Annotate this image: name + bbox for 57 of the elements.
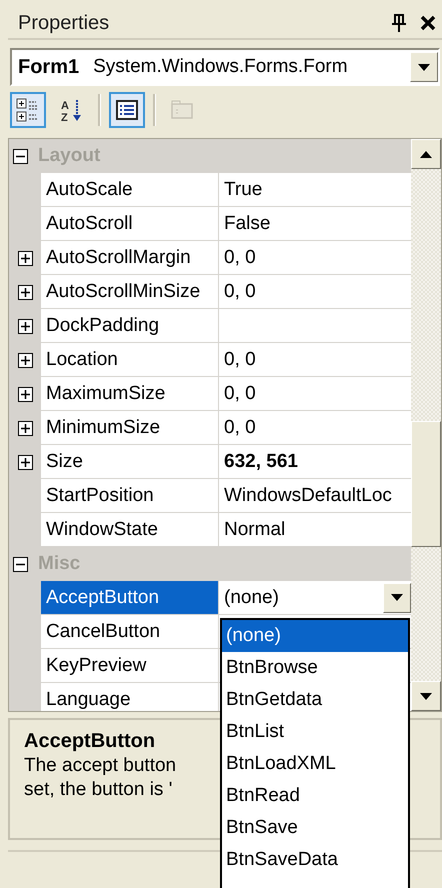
categorized-button[interactable]: [10, 92, 46, 128]
dropdown-item[interactable]: BtnList: [222, 716, 408, 748]
categorized-list-icon[interactable]: [16, 98, 40, 122]
property-name[interactable]: Language: [41, 683, 219, 711]
caret-icon[interactable]: [418, 64, 430, 70]
property-name[interactable]: WindowState: [41, 513, 219, 547]
pin-icon[interactable]: [392, 14, 406, 32]
dropdown-item[interactable]: BtnRead: [222, 780, 408, 812]
description-text: The accept button: [24, 755, 176, 777]
property-name[interactable]: Size: [41, 445, 219, 479]
property-name[interactable]: AutoScale: [41, 173, 219, 207]
property-name[interactable]: AutoScrollMargin: [41, 241, 219, 275]
property-name[interactable]: Location: [41, 343, 219, 377]
property-name[interactable]: DockPadding: [41, 309, 219, 343]
dropdown-item[interactable]: (none): [222, 620, 408, 652]
property-value[interactable]: 0, 0: [219, 343, 411, 377]
property-name[interactable]: KeyPreview: [41, 649, 219, 683]
property-name[interactable]: CancelButton: [41, 615, 219, 649]
property-name[interactable]: AutoScroll: [41, 207, 219, 241]
property-value[interactable]: 0, 0: [219, 377, 411, 411]
dropdown-item[interactable]: BtnSaveData: [222, 844, 408, 876]
scroll-thumb[interactable]: [411, 421, 441, 547]
properties-button[interactable]: [109, 92, 145, 128]
dropdown-button[interactable]: [383, 582, 411, 612]
dropdown-item[interactable]: BtnSave: [222, 812, 408, 844]
dropdown-item[interactable]: BtnLoadXML: [222, 748, 408, 780]
description-title: AcceptButton: [24, 730, 156, 753]
description-text: set, the button is ': [24, 779, 172, 801]
object-name: Form1: [18, 56, 80, 78]
close-icon[interactable]: [420, 15, 436, 31]
property-value-cell[interactable]: [219, 309, 411, 343]
object-selector[interactable]: Form1 System.Windows.Forms.Form: [10, 48, 440, 86]
property-name[interactable]: AcceptButton: [41, 581, 219, 615]
property-name[interactable]: MinimumSize: [41, 411, 219, 445]
property-value[interactable]: (none): [219, 581, 411, 615]
property-value[interactable]: 0, 0: [219, 241, 411, 275]
property-value[interactable]: True: [219, 173, 411, 207]
object-type: System.Windows.Forms.Form: [93, 56, 349, 78]
caret-icon: [391, 594, 403, 601]
caret-icon: [420, 692, 432, 700]
dropdown-item[interactable]: BtnGetdata: [222, 684, 408, 716]
property-name[interactable]: MaximumSize: [41, 377, 219, 411]
scroll-down-button[interactable]: [411, 681, 441, 711]
property-list-icon[interactable]: [115, 98, 139, 122]
scrollbar[interactable]: [411, 139, 441, 711]
property-value[interactable]: WindowsDefaultLoc: [219, 479, 411, 513]
property-value[interactable]: 632, 561: [219, 445, 411, 479]
panel-title: Properties: [18, 10, 110, 34]
property-value[interactable]: False: [219, 207, 411, 241]
property-value[interactable]: 0, 0: [219, 275, 411, 309]
property-name[interactable]: AutoScrollMinSize: [41, 275, 219, 309]
scroll-up-button[interactable]: [411, 139, 441, 169]
property-value[interactable]: Normal: [219, 513, 411, 547]
up-arrow-icon: [420, 150, 432, 158]
property-value[interactable]: 0, 0: [219, 411, 411, 445]
property-name[interactable]: StartPosition: [41, 479, 219, 513]
dropdown-item[interactable]: BtnBrowse: [222, 652, 408, 684]
